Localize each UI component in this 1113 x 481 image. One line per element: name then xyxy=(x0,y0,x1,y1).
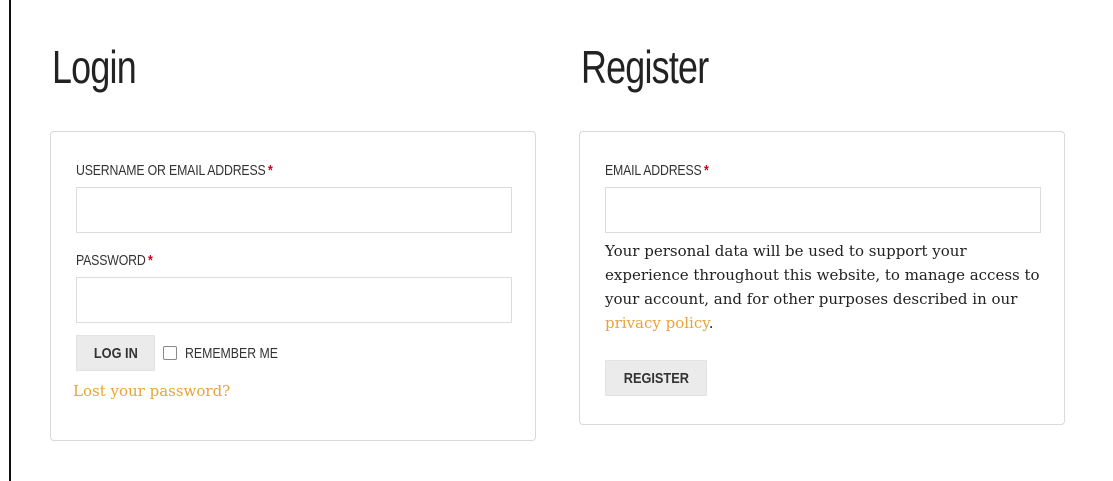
privacy-notice-text: Your personal data will be used to suppo… xyxy=(605,242,1040,308)
remember-me-checkbox[interactable] xyxy=(163,346,177,360)
login-button[interactable]: Log in xyxy=(76,335,155,371)
remember-me-label: Remember me xyxy=(185,344,278,362)
username-label-text: Username or email address xyxy=(76,162,266,179)
privacy-policy-link[interactable]: privacy policy xyxy=(605,314,709,332)
username-label: Username or email address * xyxy=(76,162,273,179)
password-input[interactable] xyxy=(76,277,512,323)
email-label-text: Email address xyxy=(605,162,702,179)
lost-password-link[interactable]: Lost your password? xyxy=(73,382,230,400)
email-label: Email address * xyxy=(605,162,709,179)
privacy-notice-suffix: . xyxy=(708,314,714,332)
left-border-line xyxy=(9,0,11,481)
register-form: Email address * Your personal data will b… xyxy=(579,131,1065,425)
email-input[interactable] xyxy=(605,187,1041,233)
register-heading: Register xyxy=(581,41,709,93)
register-button-label: Register xyxy=(623,369,689,387)
privacy-notice: Your personal data will be used to suppo… xyxy=(605,239,1045,335)
required-asterisk: * xyxy=(268,162,273,179)
register-button[interactable]: Register xyxy=(605,360,707,396)
login-form: Username or email address * Password * Log… xyxy=(50,131,536,441)
login-heading: Login xyxy=(52,41,137,93)
username-input[interactable] xyxy=(76,187,512,233)
login-button-label: Log in xyxy=(93,344,138,362)
password-label: Password * xyxy=(76,252,153,269)
required-asterisk: * xyxy=(703,162,709,179)
password-label-text: Password xyxy=(76,252,146,269)
required-asterisk: * xyxy=(147,252,153,269)
remember-me[interactable]: Remember me xyxy=(163,343,298,363)
